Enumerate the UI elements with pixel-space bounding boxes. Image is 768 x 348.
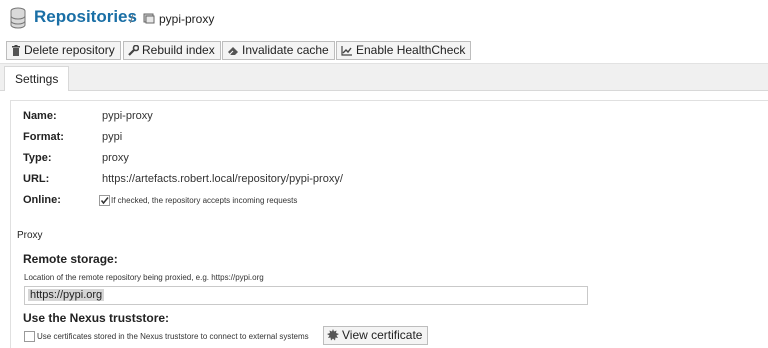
view-certificate-button[interactable]: View certificate [323, 326, 429, 345]
invalidate-cache-label: Invalidate cache [242, 43, 329, 57]
proxy-repo-icon [143, 13, 155, 24]
online-label: Online: [23, 194, 61, 206]
name-value: pypi-proxy [102, 110, 153, 122]
truststore-checkbox[interactable] [24, 331, 35, 342]
rebuild-index-button[interactable]: Rebuild index [123, 41, 221, 60]
type-label: Type: [23, 152, 52, 164]
delete-repository-label: Delete repository [24, 43, 115, 57]
remote-storage-input[interactable]: https://pypi.org [24, 286, 588, 305]
header: Repositories / pypi-proxy [0, 0, 768, 38]
breadcrumb-separator: / [130, 12, 134, 26]
view-certificate-label: View certificate [342, 328, 423, 342]
rebuild-index-label: Rebuild index [142, 43, 215, 57]
breadcrumb-current-item: pypi-proxy [159, 12, 215, 26]
truststore-hint: Use certificates stored in the Nexus tru… [37, 332, 309, 341]
certificate-icon [327, 329, 339, 341]
online-hint: If checked, the repository accepts incom… [111, 196, 298, 205]
enable-healthcheck-label: Enable HealthCheck [356, 43, 466, 57]
database-icon [10, 7, 26, 29]
breadcrumb-repositories-link[interactable]: Repositories [34, 7, 137, 27]
remote-storage-value: https://pypi.org [28, 289, 105, 301]
format-value: pypi [102, 131, 123, 143]
tab-settings[interactable]: Settings [4, 66, 70, 91]
tab-strip: Settings [0, 63, 768, 91]
trash-icon [12, 45, 20, 56]
remote-storage-hint: Location of the remote repository being … [24, 273, 264, 282]
type-value: proxy [102, 152, 129, 164]
enable-healthcheck-button[interactable]: Enable HealthCheck [336, 41, 472, 60]
format-label: Format: [23, 131, 64, 143]
truststore-label: Use the Nexus truststore: [23, 311, 170, 325]
chart-line-icon [341, 46, 352, 56]
online-checkbox[interactable] [99, 195, 110, 206]
checkmark-icon [100, 197, 109, 205]
wrench-icon [128, 44, 140, 56]
proxy-section-title: Proxy [17, 230, 43, 241]
invalidate-cache-button[interactable]: Invalidate cache [222, 41, 335, 60]
toolbar: Delete repository Rebuild index Invalida… [0, 40, 768, 62]
remote-storage-label: Remote storage: [23, 252, 118, 266]
delete-repository-button[interactable]: Delete repository [6, 41, 121, 60]
url-value: https://artefacts.robert.local/repositor… [102, 173, 343, 185]
url-label: URL: [23, 173, 50, 185]
name-label: Name: [23, 110, 57, 122]
eraser-icon [228, 47, 238, 55]
